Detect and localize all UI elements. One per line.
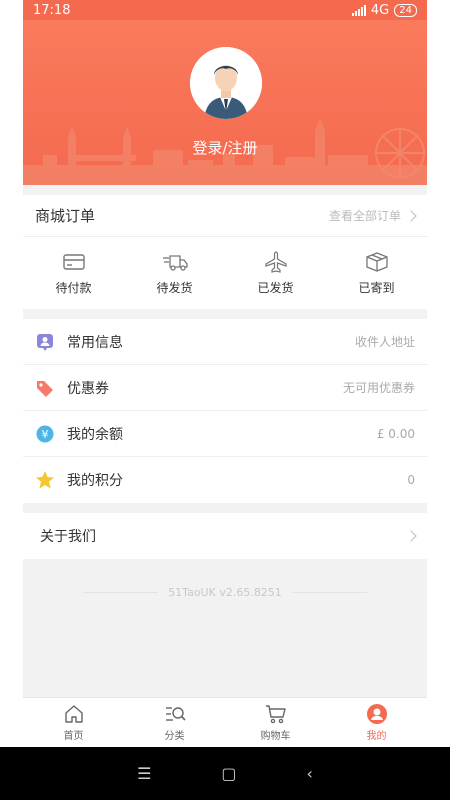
person-avatar-icon: [190, 47, 262, 119]
order-pending-payment[interactable]: 待付款: [23, 237, 124, 309]
divider: [292, 592, 367, 593]
status-bar: 17:18 4G 24: [23, 0, 427, 20]
info-label: 优惠券: [67, 380, 109, 397]
info-label: 常用信息: [67, 334, 123, 351]
spacer: [23, 309, 427, 319]
orders-card: 商城订单 查看全部订单 待付款 待发货 已发货 已寄到: [23, 195, 427, 309]
status-time: 17:18: [33, 2, 71, 18]
app: 17:18 4G 24 登录/注册 商城订单 查看全部订单 待付款 待发货 已发…: [23, 0, 427, 800]
about-label: 关于我们: [40, 529, 96, 545]
home-icon: [64, 705, 83, 723]
coupon-row[interactable]: 优惠券 无可用优惠券: [23, 365, 427, 411]
view-all-orders-link[interactable]: 查看全部订单: [328, 207, 417, 224]
category-search-icon: [165, 707, 186, 721]
common-info-row[interactable]: 常用信息 收件人地址: [23, 319, 427, 365]
tab-label: 首页: [63, 731, 84, 742]
order-label: 已发货: [257, 280, 294, 295]
delivery-truck-icon: [162, 254, 188, 271]
menu-icon[interactable]: ☰: [137, 764, 151, 783]
tag-icon: [35, 378, 55, 398]
right-margin: [427, 0, 450, 800]
star-icon: [35, 470, 55, 490]
left-margin: [0, 0, 23, 800]
info-value: 收件人地址: [354, 335, 415, 349]
info-value: 无可用优惠券: [342, 381, 415, 395]
avatar[interactable]: [190, 47, 262, 119]
chevron-right-icon: [405, 209, 417, 222]
user-icon: [366, 704, 387, 724]
tab-mine[interactable]: 我的: [326, 698, 427, 747]
system-navigation-bar: ☰ ▢ ‹: [0, 747, 450, 800]
yuan-icon: ¥: [35, 424, 55, 444]
network-type: 4G: [370, 2, 390, 18]
box-icon: [365, 251, 388, 272]
divider: [83, 592, 158, 593]
tab-label: 我的: [366, 731, 387, 742]
battery-level: 24: [399, 4, 412, 16]
tab-home[interactable]: 首页: [23, 698, 124, 747]
version-text: 51TaoUK v2.65.8251: [168, 585, 282, 599]
phone-screen: 17:18 4G 24 登录/注册 商城订单 查看全部订单 待付款 待发货 已发…: [0, 0, 450, 800]
tab-label: 购物车: [260, 731, 291, 742]
signal-icon: [351, 4, 366, 16]
info-label: 我的余额: [67, 426, 123, 443]
view-all-orders-label: 查看全部订单: [328, 209, 401, 223]
order-label: 待付款: [55, 280, 92, 295]
order-label: 已寄到: [358, 280, 395, 295]
battery-icon: 24: [394, 3, 417, 17]
info-label: 我的积分: [67, 473, 123, 489]
points-row[interactable]: 我的积分 0: [23, 457, 427, 503]
cart-icon: [265, 705, 286, 724]
card-icon: [62, 253, 85, 270]
about-us-row[interactable]: 关于我们: [23, 513, 427, 559]
tab-category[interactable]: 分类: [124, 698, 225, 747]
spacer: [23, 185, 427, 195]
svg-text:¥: ¥: [42, 428, 49, 441]
orders-header: 商城订单 查看全部订单: [23, 195, 427, 237]
info-value: £ 0.00: [376, 426, 415, 441]
balance-row[interactable]: ¥ 我的余额 £ 0.00: [23, 411, 427, 457]
login-register-link[interactable]: 登录/注册: [23, 137, 427, 158]
tab-label: 分类: [164, 731, 185, 742]
order-pending-shipment[interactable]: 待发货: [124, 237, 225, 309]
chevron-right-icon: [405, 530, 417, 542]
orders-title: 商城订单: [35, 207, 96, 225]
status-right: 4G 24: [351, 2, 417, 18]
home-button-icon[interactable]: ▢: [221, 764, 236, 783]
profile-header: 登录/注册: [23, 20, 427, 185]
contact-icon: [35, 332, 55, 352]
spacer: [23, 503, 427, 513]
order-status-row: 待付款 待发货 已发货 已寄到: [23, 237, 427, 309]
order-label: 待发货: [156, 280, 193, 295]
order-shipped[interactable]: 已发货: [225, 237, 326, 309]
tab-cart[interactable]: 购物车: [225, 698, 326, 747]
version-footer: 51TaoUK v2.65.8251: [23, 559, 427, 625]
back-icon[interactable]: ‹: [307, 764, 313, 783]
order-delivered[interactable]: 已寄到: [326, 237, 427, 309]
airplane-icon: [264, 250, 287, 273]
bottom-tab-bar: 首页 分类 购物车 我的: [23, 697, 427, 747]
info-card: 常用信息 收件人地址 优惠券 无可用优惠券 ¥ 我的余额 £ 0.00 我的积分…: [23, 319, 427, 503]
info-value: 0: [407, 473, 415, 487]
